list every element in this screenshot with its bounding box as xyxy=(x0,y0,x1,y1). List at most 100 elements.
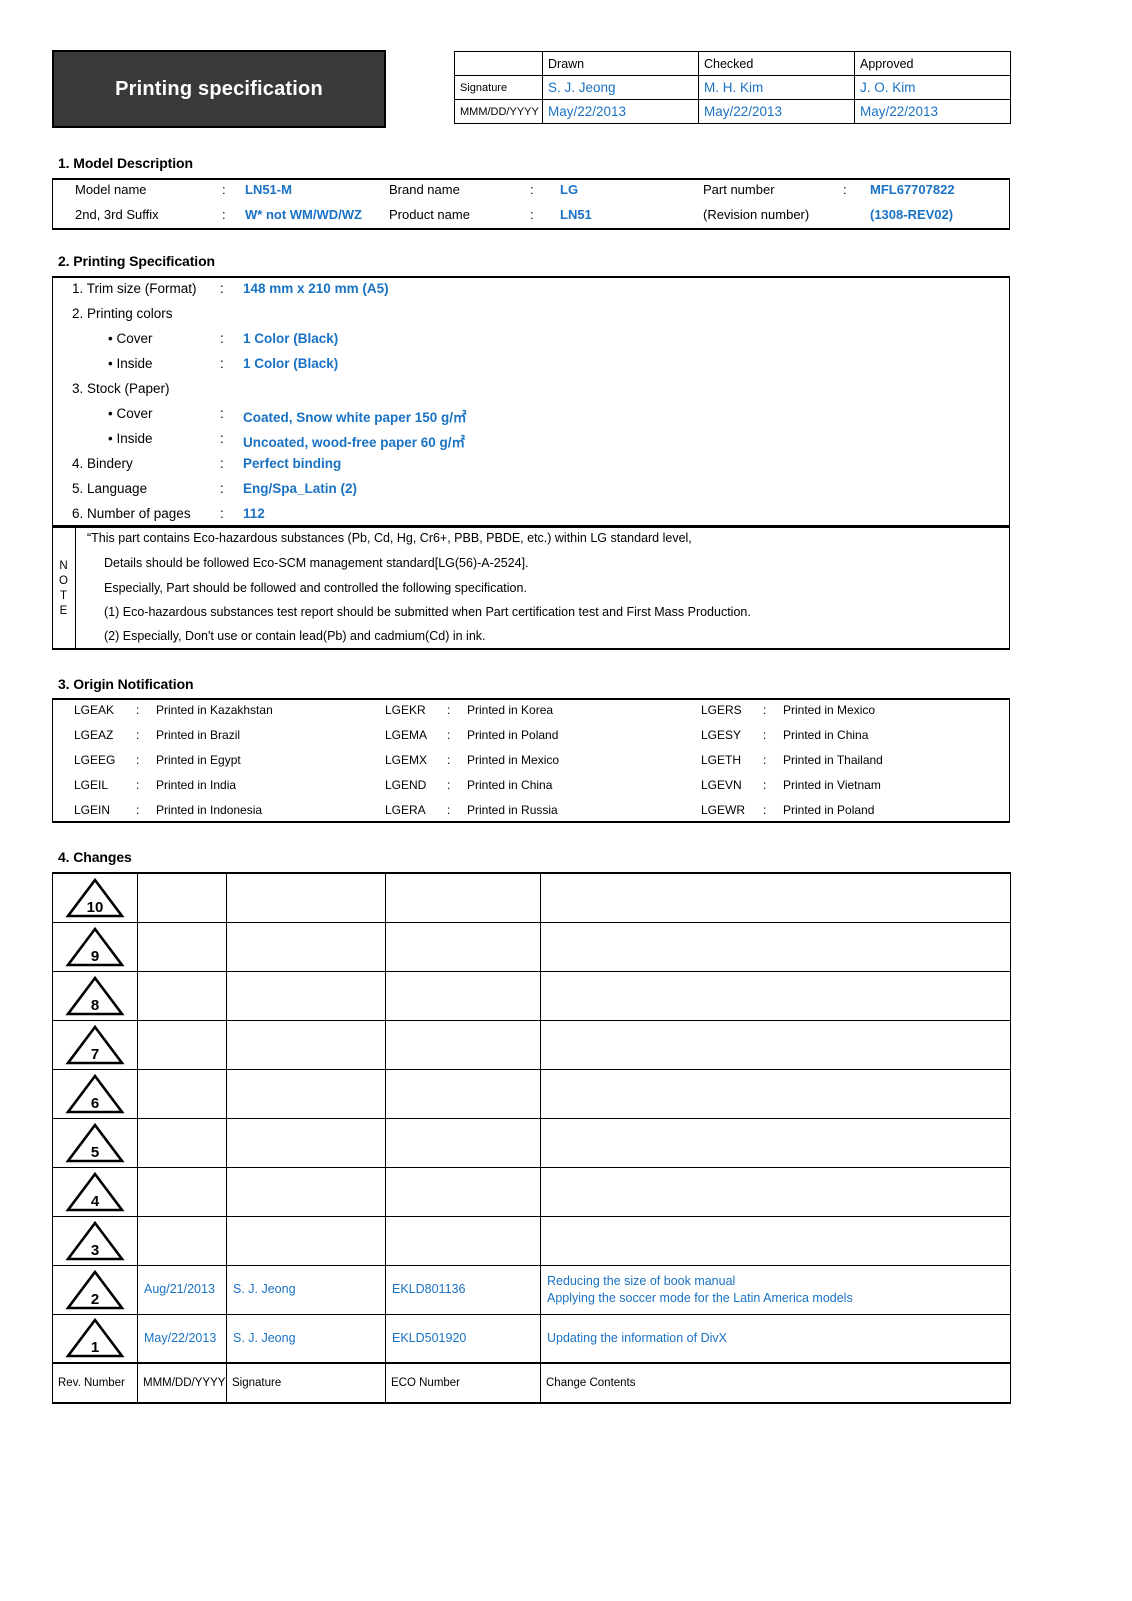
table-row: 6 xyxy=(52,1068,1011,1119)
printing-specification-box xyxy=(52,276,1010,527)
origin-colon-3-1: : xyxy=(763,703,767,717)
change-date-cell-text: Aug/21/2013 xyxy=(144,1282,215,1296)
origin-text-1-5: Printed in Indonesia xyxy=(156,803,263,817)
change-contents-cell xyxy=(540,1068,1011,1119)
origin-text-3-5: Printed in Poland xyxy=(783,803,875,817)
change-date-cell xyxy=(137,1117,227,1168)
page-title: Printing specification xyxy=(115,77,323,100)
change-contents-cell: Updating the information of DivX xyxy=(540,1313,1011,1364)
origin-text-2-4: Printed in China xyxy=(467,778,553,792)
change-signature-cell xyxy=(226,872,386,923)
revision-triangle-icon: 4 xyxy=(65,1171,125,1213)
origin-colon-3-5: : xyxy=(763,803,767,817)
revision-triangle-icon: 3 xyxy=(65,1220,125,1262)
note-letter-n: N xyxy=(59,559,68,572)
revision-triangle-icon: 8 xyxy=(65,975,125,1017)
change-signature-cell-text: S. J. Jeong xyxy=(233,1282,296,1296)
colon-stock-inside: : xyxy=(220,431,224,446)
change-contents-cell xyxy=(540,1166,1011,1217)
table-row: 4 xyxy=(52,1166,1011,1217)
date-checked: May/22/2013 xyxy=(698,99,855,124)
change-date-cell-text: May/22/2013 xyxy=(144,1330,217,1345)
change-signature-cell xyxy=(226,1166,386,1217)
svg-text:10: 10 xyxy=(87,899,104,916)
origin-code-1-1: LGEAK xyxy=(74,703,115,717)
origin-colon-2-2: : xyxy=(447,728,451,742)
change-eco-number-cell xyxy=(385,970,541,1021)
label-stock-inside: • Inside xyxy=(108,431,153,446)
label-language: 5. Language xyxy=(72,481,148,496)
label-colors-cover: • Cover xyxy=(108,331,153,346)
value-suffix: W* not WM/WD/WZ xyxy=(245,207,362,222)
svg-text:8: 8 xyxy=(91,997,99,1014)
change-contents-cell xyxy=(540,1117,1011,1168)
signature-checked: M. H. Kim xyxy=(698,75,855,100)
origin-colon-1-3: : xyxy=(136,753,140,767)
label-printing-colors: 2. Printing colors xyxy=(72,306,173,321)
change-eco-number-cell xyxy=(385,1019,541,1070)
footer-signature-text: Signature xyxy=(232,1377,282,1389)
origin-code-3-2: LGESY xyxy=(701,728,742,742)
value-part-number: MFL67707822 xyxy=(870,182,955,197)
origin-text-2-2: Printed in Poland xyxy=(467,728,559,742)
note-line-5: (2) Especially, Don't use or contain lea… xyxy=(104,629,486,643)
note-letter-o: O xyxy=(59,574,68,587)
table-row: 9 xyxy=(52,921,1011,972)
approval-signature-table: Drawn Checked Approved Signature S. J. J… xyxy=(454,51,1011,124)
footer-signature: Signature xyxy=(226,1362,386,1404)
date-drawn: May/22/2013 xyxy=(542,99,699,124)
origin-text-3-4: Printed in Vietnam xyxy=(783,778,881,792)
value-brand-name: LG xyxy=(560,182,579,197)
change-contents-cell xyxy=(540,1019,1011,1070)
change-eco-number-cell: EKLD501920 xyxy=(385,1313,541,1364)
section-4-heading: 4. Changes xyxy=(58,849,132,865)
change-eco-number-cell xyxy=(385,921,541,972)
colon-language: : xyxy=(220,481,224,496)
value-trim-size: 148 mm x 210 mm (A5) xyxy=(243,281,389,296)
revision-marker-cell: 6 xyxy=(52,1068,138,1119)
note-line-2: Details should be followed Eco-SCM manag… xyxy=(104,556,529,570)
note-line-1: “This part contains Eco-hazardous substa… xyxy=(87,531,692,545)
footer-rev-number: Rev. Number xyxy=(52,1362,138,1404)
changes-table: 10 9 8 7 6 5 4 3 2 Aug/21/2013 S. J. Jeong EKLD8011… xyxy=(52,872,1011,1404)
signature-header-blank xyxy=(454,51,543,76)
svg-text:3: 3 xyxy=(91,1242,99,1259)
change-eco-number-cell xyxy=(385,1215,541,1266)
change-date-cell: Aug/21/2013 xyxy=(137,1264,227,1315)
origin-code-3-4: LGEVN xyxy=(701,778,742,792)
section-2-heading: 2. Printing Specification xyxy=(58,253,215,269)
note-letter-t: T xyxy=(59,589,68,602)
origin-code-2-1: LGEKR xyxy=(385,703,426,717)
label-suffix: 2nd, 3rd Suffix xyxy=(75,207,159,222)
revision-triangle-icon: 1 xyxy=(65,1317,125,1359)
svg-text:5: 5 xyxy=(91,1144,99,1161)
change-signature-cell xyxy=(226,1019,386,1070)
svg-text:7: 7 xyxy=(91,1046,99,1063)
origin-colon-1-4: : xyxy=(136,778,140,792)
change-contents-cell xyxy=(540,970,1011,1021)
origin-text-2-1: Printed in Korea xyxy=(467,703,554,717)
colon-stock-cover: : xyxy=(220,406,224,421)
revision-marker-cell: 3 xyxy=(52,1215,138,1266)
change-signature-cell xyxy=(226,921,386,972)
origin-code-2-3: LGEMX xyxy=(385,753,428,767)
svg-text:9: 9 xyxy=(91,948,99,965)
change-contents-cell-text: Updating the information of DivX xyxy=(547,1330,727,1345)
footer-change-contents: Change Contents xyxy=(540,1362,1011,1404)
label-brand-name: Brand name xyxy=(389,182,460,197)
revision-marker-cell: 7 xyxy=(52,1019,138,1070)
svg-text:1: 1 xyxy=(91,1339,99,1356)
origin-code-2-2: LGEMA xyxy=(385,728,428,742)
change-signature-cell: S. J. Jeong xyxy=(226,1264,386,1315)
change-contents-cell xyxy=(540,921,1011,972)
change-signature-cell xyxy=(226,1215,386,1266)
note-line-3: Especially, Part should be followed and … xyxy=(104,581,527,595)
change-eco-number-cell-text: EKLD501920 xyxy=(392,1330,467,1345)
revision-triangle-icon: 5 xyxy=(65,1122,125,1164)
label-stock-paper: 3. Stock (Paper) xyxy=(72,381,170,396)
label-colors-inside: • Inside xyxy=(108,356,153,371)
note-letter-e: E xyxy=(59,604,68,617)
origin-text-2-5: Printed in Russia xyxy=(467,803,558,817)
colon-number-of-pages: : xyxy=(220,506,224,521)
svg-text:6: 6 xyxy=(91,1095,99,1112)
